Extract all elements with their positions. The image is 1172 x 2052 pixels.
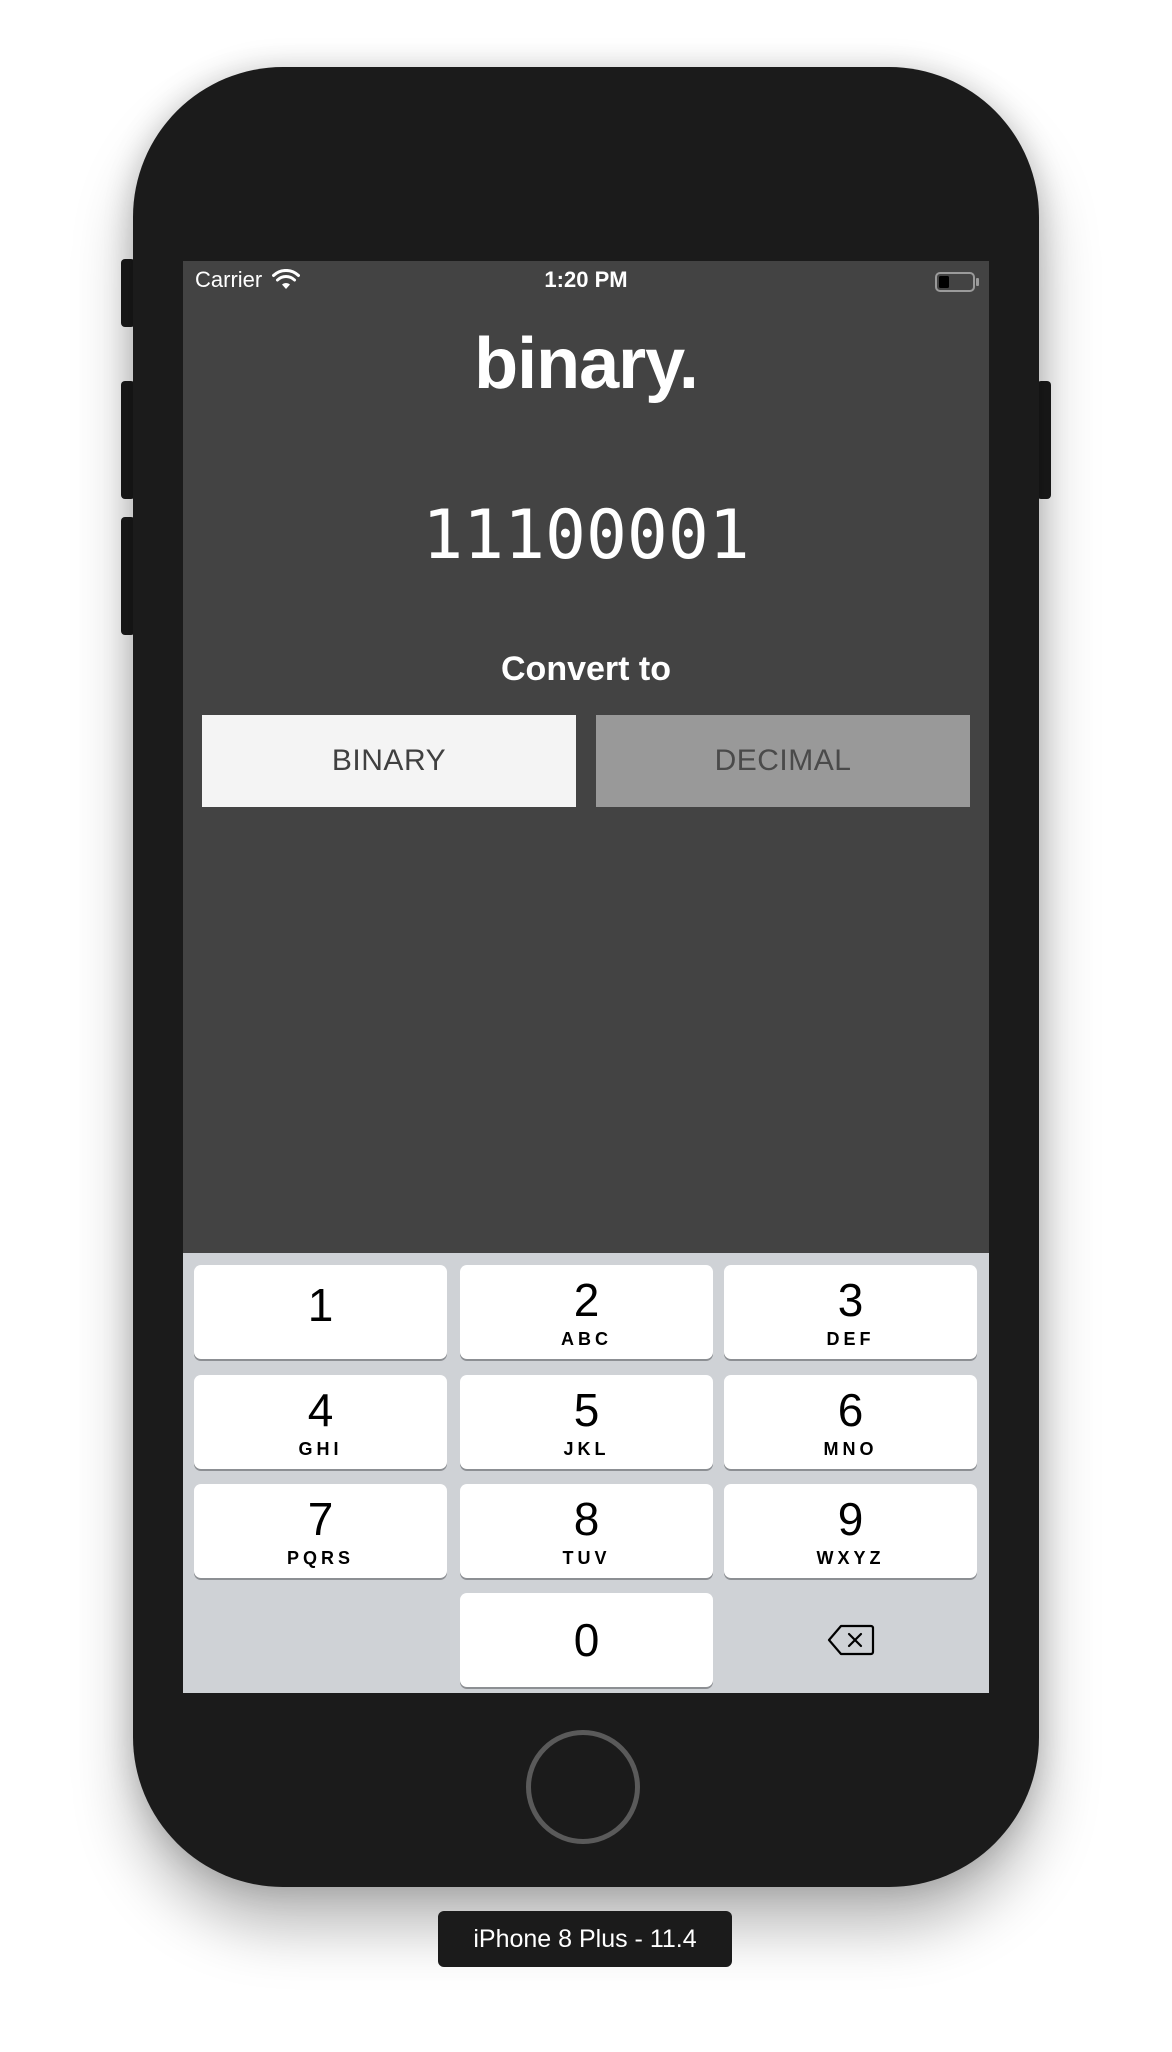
key-digit: 3 [837, 1274, 864, 1326]
key-digit: 6 [837, 1384, 864, 1436]
key-letters: MNO [823, 1439, 878, 1459]
number-display[interactable]: 11100001 [183, 496, 989, 575]
key-5[interactable]: 5 JKL [460, 1375, 713, 1469]
key-digit: 4 [307, 1384, 334, 1436]
key-7[interactable]: 7 PQRS [194, 1484, 447, 1578]
key-digit: 1 [307, 1279, 334, 1331]
key-letters: PQRS [286, 1548, 354, 1568]
key-0[interactable]: 0 [460, 1593, 713, 1687]
status-bar: Carrier 1:20 PM [183, 261, 989, 301]
key-letters: JKL [563, 1439, 610, 1459]
home-button[interactable] [526, 1730, 640, 1844]
key-6[interactable]: 6 MNO [724, 1375, 977, 1469]
simulator-stage: Carrier 1:20 PM binary. 11100001 Convert… [0, 0, 1172, 2052]
key-digit: 7 [307, 1493, 334, 1545]
key-3[interactable]: 3 DEF [724, 1265, 977, 1359]
key-digit: 9 [837, 1493, 864, 1545]
key-letters: TUV [562, 1548, 611, 1568]
key-digit: 5 [573, 1384, 600, 1436]
battery-icon [935, 272, 979, 292]
key-letters: ABC [561, 1329, 612, 1349]
status-time: 1:20 PM [544, 267, 628, 292]
key-9[interactable]: 9 WXYZ [724, 1484, 977, 1578]
backspace-icon [827, 1624, 874, 1656]
key-1[interactable]: 1 [194, 1265, 447, 1359]
key-digit: 2 [573, 1274, 600, 1326]
app-screen: Carrier 1:20 PM binary. 11100001 Convert… [183, 261, 989, 1693]
key-8[interactable]: 8 TUV [460, 1484, 713, 1578]
simulator-device-label: iPhone 8 Plus - 11.4 [438, 1911, 732, 1967]
decimal-option-button[interactable]: DECIMAL [596, 715, 970, 807]
key-letters: GHI [298, 1439, 343, 1459]
key-letters: WXYZ [816, 1548, 885, 1568]
number-keypad: 1 2 ABC 3 DEF 4 GHI 5 JKL 6 MNO 7 PQRS 8… [183, 1253, 989, 1693]
key-4[interactable]: 4 GHI [194, 1375, 447, 1469]
app-title: binary. [474, 324, 699, 404]
delete-key[interactable] [724, 1593, 977, 1687]
key-digit: 0 [573, 1614, 600, 1666]
key-letters: DEF [826, 1329, 875, 1349]
power-button [1037, 381, 1051, 499]
convert-to-label: Convert to [501, 650, 671, 688]
key-digit: 8 [573, 1493, 600, 1545]
key-2[interactable]: 2 ABC [460, 1265, 713, 1359]
binary-option-button[interactable]: BINARY [202, 715, 576, 807]
